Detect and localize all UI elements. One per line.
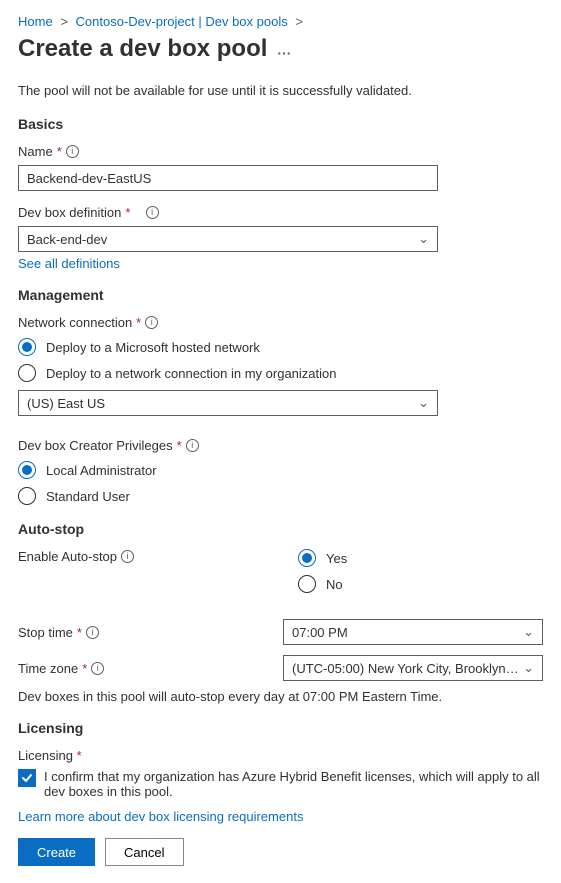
required-icon: * — [136, 315, 141, 330]
radio-org-network-label: Deploy to a network connection in my org… — [46, 366, 337, 381]
info-icon[interactable]: i — [91, 662, 104, 675]
region-select[interactable]: (US) East US ⌄ — [18, 390, 438, 416]
required-icon: * — [77, 748, 82, 763]
breadcrumb-project[interactable]: Contoso-Dev-project | Dev box pools — [76, 14, 288, 29]
radio-autostop-no[interactable] — [298, 575, 316, 593]
section-autostop: Auto-stop — [18, 521, 543, 537]
radio-autostop-yes[interactable] — [298, 549, 316, 567]
info-icon[interactable]: i — [66, 145, 79, 158]
required-icon: * — [177, 438, 182, 453]
info-icon[interactable]: i — [146, 206, 159, 219]
section-management: Management — [18, 287, 543, 303]
radio-ms-hosted[interactable] — [18, 338, 36, 356]
licensing-learn-link[interactable]: Learn more about dev box licensing requi… — [18, 809, 303, 824]
stop-time-label: Stop time — [18, 625, 73, 640]
definition-label: Dev box definition — [18, 205, 121, 220]
required-icon: * — [77, 625, 82, 640]
chevron-right-icon: > — [56, 14, 72, 29]
stop-time-select[interactable]: 07:00 PM ⌄ — [283, 619, 543, 645]
chevron-right-icon: > — [291, 14, 307, 29]
info-icon[interactable]: i — [186, 439, 199, 452]
radio-local-admin[interactable] — [18, 461, 36, 479]
definition-select[interactable]: Back-end-dev ⌄ — [18, 226, 438, 252]
timezone-label: Time zone — [18, 661, 78, 676]
radio-standard-user[interactable] — [18, 487, 36, 505]
chevron-down-icon: ⌄ — [523, 624, 534, 640]
enable-autostop-label: Enable Auto-stop — [18, 549, 117, 564]
autostop-note: Dev boxes in this pool will auto-stop ev… — [18, 689, 543, 704]
see-all-definitions-link[interactable]: See all definitions — [18, 256, 120, 271]
page-title: Create a dev box pool ··· — [18, 35, 543, 63]
cancel-button[interactable]: Cancel — [105, 838, 183, 866]
licensing-label: Licensing — [18, 748, 73, 763]
network-label: Network connection — [18, 315, 132, 330]
info-icon[interactable]: i — [121, 550, 134, 563]
licensing-confirm-text: I confirm that my organization has Azure… — [44, 769, 543, 799]
required-icon: * — [82, 661, 87, 676]
licensing-checkbox[interactable] — [18, 769, 36, 787]
timezone-select[interactable]: (UTC-05:00) New York City, Brooklyn, Que… — [283, 655, 543, 681]
chevron-down-icon: ⌄ — [523, 660, 534, 676]
section-basics: Basics — [18, 116, 543, 132]
radio-local-admin-label: Local Administrator — [46, 463, 157, 478]
radio-ms-hosted-label: Deploy to a Microsoft hosted network — [46, 340, 260, 355]
info-icon[interactable]: i — [86, 626, 99, 639]
validation-note: The pool will not be available for use u… — [18, 83, 543, 98]
breadcrumb-home[interactable]: Home — [18, 14, 53, 29]
chevron-down-icon: ⌄ — [418, 395, 429, 411]
required-icon: * — [125, 205, 130, 220]
more-icon[interactable]: ··· — [277, 45, 291, 61]
radio-org-network[interactable] — [18, 364, 36, 382]
radio-autostop-yes-label: Yes — [326, 551, 347, 566]
chevron-down-icon: ⌄ — [418, 231, 429, 247]
create-button[interactable]: Create — [18, 838, 95, 866]
name-label: Name — [18, 144, 53, 159]
required-icon: * — [57, 144, 62, 159]
section-licensing: Licensing — [18, 720, 543, 736]
radio-autostop-no-label: No — [326, 577, 343, 592]
radio-standard-user-label: Standard User — [46, 489, 130, 504]
info-icon[interactable]: i — [145, 316, 158, 329]
privileges-label: Dev box Creator Privileges — [18, 438, 173, 453]
breadcrumb: Home > Contoso-Dev-project | Dev box poo… — [18, 14, 543, 29]
name-input[interactable] — [18, 165, 438, 191]
